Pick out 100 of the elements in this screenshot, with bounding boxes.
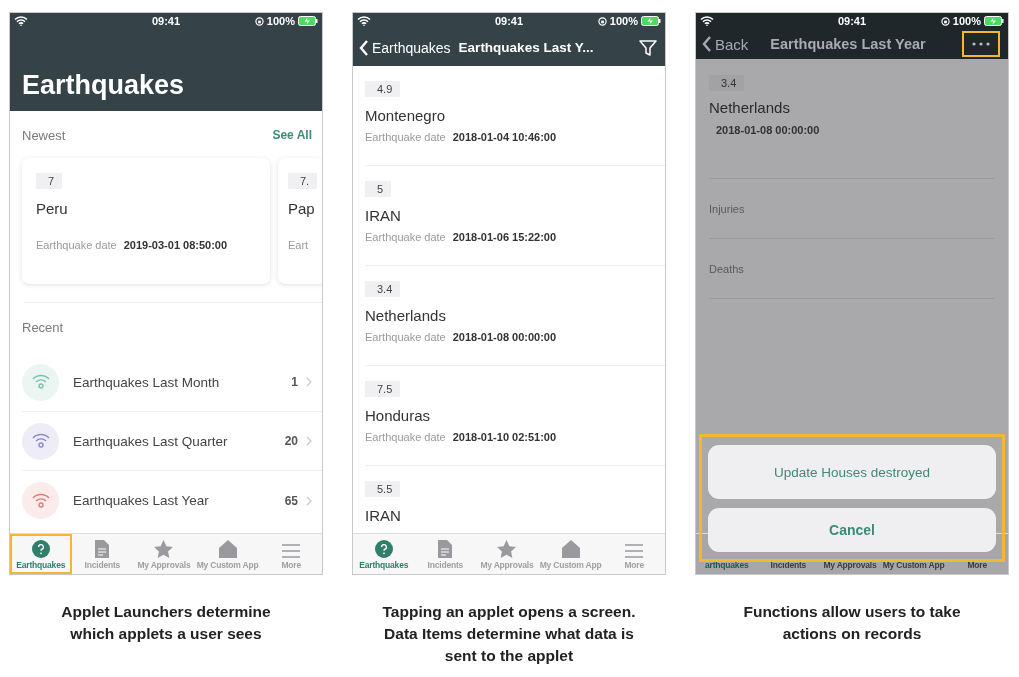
date-value: 2018-01-08 00:00:00 — [716, 124, 821, 136]
see-all-link[interactable]: See All — [272, 128, 312, 143]
place-name: Montenegro — [365, 107, 447, 124]
document-icon — [95, 540, 110, 558]
applet-row[interactable]: Earthquakes Last Month 1 — [22, 353, 322, 412]
caption-text: Tapping an applet opens a screen. Data Items determine what data is sent to the applet — [382, 602, 636, 666]
tab-item[interactable]: More — [260, 534, 322, 574]
date-value: 2018-01-06 15:22:00 — [452, 231, 557, 243]
tab-item[interactable]: More — [603, 534, 665, 574]
tab-item[interactable]: Incidents — [414, 534, 477, 574]
magnitude-tag: 7. — [288, 173, 318, 189]
place-name: Peru — [36, 200, 69, 217]
chevron-left-icon — [359, 39, 369, 56]
status-time: 09:41 — [493, 15, 525, 27]
date-label: Earthquake date — [365, 131, 446, 143]
magnitude-tag: 5.5 — [365, 481, 401, 497]
screen-title: Earthquakes Last Year — [770, 36, 926, 52]
status-time: 09:41 — [836, 15, 868, 27]
place-name: Pap — [288, 200, 316, 217]
date-label: Eart — [288, 239, 309, 251]
back-button[interactable]: Earthquakes — [359, 39, 451, 56]
record-count: 65 — [284, 493, 298, 508]
record-card[interactable]: 7 Peru Earthquake date 2019-03-01 08:50:00 — [22, 158, 270, 284]
date-label: Earthquake date — [365, 431, 446, 443]
menu-icon — [625, 544, 644, 558]
chevron-right-icon — [306, 495, 312, 506]
section-label: Recent — [21, 319, 65, 337]
record-row[interactable]: 7.5 Honduras Earthquake date 2018-01-10 02:51:00 — [365, 366, 665, 466]
applet-name: Earthquakes Last Quarter — [73, 433, 229, 449]
date-value: 2018-01-04 10:46:00 — [452, 131, 557, 143]
star-icon — [154, 540, 174, 558]
wifi-icon — [14, 16, 28, 26]
caption-text: Functions allow users to take actions on records — [743, 602, 961, 644]
record-row[interactable]: 3.4 Netherlands Earthquake date 2018-01-08 00:00:00 — [365, 266, 665, 366]
magnitude-tag: 7.5 — [365, 381, 401, 397]
menu-icon — [282, 544, 301, 558]
question-icon — [374, 540, 393, 558]
applet-name: Earthquakes Last Year — [73, 493, 210, 508]
question-icon — [31, 540, 50, 558]
tab-item[interactable]: Incidents — [71, 534, 134, 574]
record-count: 1 — [291, 375, 298, 389]
caption-text: Applet Launchers determine which applets a user sees — [61, 602, 271, 644]
star-icon — [497, 540, 517, 558]
document-icon — [438, 540, 453, 558]
battery-percent: 100% — [266, 15, 295, 27]
place-name: Netherlands — [709, 99, 791, 116]
record-count: 20 — [284, 434, 298, 448]
date-label: Earthquake date — [365, 231, 446, 243]
tab-item[interactable]: My Custom App — [537, 534, 604, 574]
battery-percent: 100% — [609, 15, 638, 27]
chevron-right-icon — [306, 377, 312, 387]
date-label: Earthquake date — [36, 239, 117, 251]
magnitude-tag: 3.4 — [709, 75, 745, 91]
field-label: Deaths — [709, 239, 994, 299]
status-time: 09:41 — [150, 15, 182, 27]
applet-name: Earthquakes Last Month — [73, 374, 221, 390]
tab-item[interactable]: My Custom App — [194, 534, 261, 574]
more-button[interactable] — [962, 31, 1000, 57]
action-button[interactable]: Cancel — [708, 508, 996, 552]
field-label: Injuries — [709, 179, 994, 239]
rotation-lock-icon — [597, 16, 607, 26]
chevron-left-icon — [702, 36, 712, 52]
place-name: IRAN — [365, 207, 402, 224]
magnitude-tag: 5 — [365, 181, 392, 197]
section-label: Newest — [22, 128, 66, 143]
place-name: Netherlands — [365, 307, 447, 324]
ellipsis-icon — [972, 42, 990, 46]
rotation-lock-icon — [254, 16, 264, 26]
tab-item[interactable]: My Approvals — [133, 534, 195, 574]
battery-percent: 100% — [952, 15, 981, 27]
date-value: 2018-01-08 00:00:00 — [452, 331, 557, 343]
tab-item[interactable]: My Approvals — [476, 534, 538, 574]
filter-icon[interactable] — [639, 38, 657, 57]
applet-row[interactable]: Earthquakes Last Quarter 20 — [22, 412, 322, 471]
chevron-right-icon — [306, 436, 312, 446]
rotation-lock-icon — [940, 16, 950, 26]
screen-title: Earthquakes Last Y... — [458, 40, 594, 55]
screen-title: Earthquakes — [22, 70, 185, 101]
place-name: IRAN — [365, 507, 402, 524]
date-value: 2018-01-10 02:51:00 — [452, 431, 557, 443]
magnitude-tag: 7 — [36, 173, 63, 189]
tab-item[interactable]: Earthquakes — [10, 534, 72, 574]
home-icon — [218, 540, 237, 558]
date-label: Earthquake date — [365, 331, 446, 343]
magnitude-tag: 4.9 — [365, 81, 401, 97]
battery-icon — [298, 16, 318, 26]
tab-item[interactable]: Earthquakes — [353, 534, 415, 574]
record-row[interactable]: 5 IRAN Earthquake date 2018-01-06 15:22:00 — [365, 166, 665, 266]
magnitude-tag: 3.4 — [365, 281, 401, 297]
record-card[interactable]: 7. Pap Eart — [278, 158, 322, 284]
applet-row[interactable]: Earthquakes Last Year 65 — [22, 471, 322, 530]
action-button[interactable]: Update Houses destroyed — [708, 445, 996, 499]
wifi-icon — [357, 16, 371, 26]
battery-icon — [984, 16, 1004, 26]
back-button[interactable]: Back — [702, 35, 749, 53]
place-name: Honduras — [365, 407, 432, 424]
record-row[interactable]: 4.9 Montenegro Earthquake date 2018-01-04 10:46:00 — [365, 66, 665, 166]
date-value: 2019-03-01 08:50:00 — [123, 239, 228, 251]
battery-icon — [641, 16, 661, 26]
wifi-icon — [700, 16, 714, 26]
